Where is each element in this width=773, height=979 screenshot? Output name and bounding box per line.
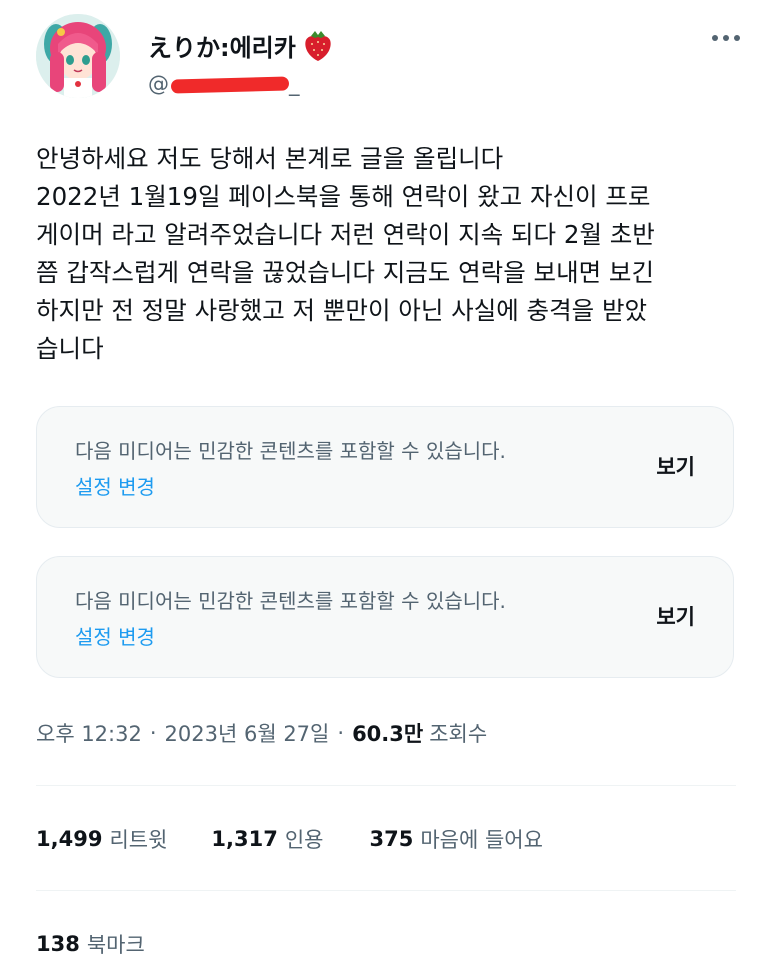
change-settings-link[interactable]: 설정 변경 bbox=[75, 471, 155, 500]
strawberry-emoji-icon bbox=[302, 27, 334, 63]
bookmarks-stat-row: 138 북마크 bbox=[36, 927, 145, 961]
handle-redaction bbox=[170, 76, 290, 94]
divider bbox=[36, 890, 736, 891]
tweet-line: 습니다 bbox=[36, 334, 104, 363]
views-label: 조회수 bbox=[429, 722, 488, 746]
tweet-date[interactable]: 2023년 6월 27일 bbox=[165, 718, 330, 748]
sensitive-media-warning: 다음 미디어는 민감한 콘텐츠를 포함할 수 있습니다. bbox=[75, 589, 506, 613]
tweet-time[interactable]: 오후 12:32 bbox=[36, 718, 142, 748]
author-handle-row[interactable]: @ _ bbox=[148, 70, 300, 98]
views-count: 60.3만 bbox=[352, 722, 424, 746]
divider bbox=[36, 785, 736, 786]
retweets-label: 리트윗 bbox=[109, 828, 168, 852]
tweet-line: 쯤 갑작스럽게 연락을 끊었습니다 지금도 연락을 보내면 보긴 bbox=[36, 258, 655, 287]
tweet-line: 하지만 전 정말 사랑했고 저 뿐만이 아닌 사실에 충격을 받았 bbox=[36, 296, 648, 325]
tweet-header: えりか:에리카 @ _ bbox=[36, 14, 746, 104]
view-media-button[interactable]: 보기 bbox=[656, 451, 695, 481]
change-settings-link[interactable]: 설정 변경 bbox=[75, 621, 155, 650]
likes-count: 375 bbox=[369, 827, 414, 851]
handle-suffix: _ bbox=[289, 72, 300, 96]
more-dot bbox=[734, 35, 740, 41]
view-media-button[interactable]: 보기 bbox=[656, 601, 695, 631]
meta-separator: · bbox=[149, 721, 157, 745]
bookmarks-count: 138 bbox=[36, 932, 80, 956]
likes-label: 마음에 들어요 bbox=[420, 828, 543, 852]
avatar[interactable] bbox=[36, 14, 120, 98]
author-name-row[interactable]: えりか:에리카 bbox=[148, 26, 334, 64]
retweets-count: 1,499 bbox=[36, 827, 103, 851]
more-options-icon[interactable] bbox=[706, 26, 746, 50]
tweet-line: 게이머 라고 알려주었습니다 저런 연락이 지속 되다 2월 초반 bbox=[36, 220, 655, 249]
display-name[interactable]: えりか:에리카 bbox=[148, 28, 296, 63]
tweet-line: 2022년 1월19일 페이스북을 통해 연락이 왔고 자신이 프로 bbox=[36, 182, 651, 211]
sensitive-media-card: 다음 미디어는 민감한 콘텐츠를 포함할 수 있습니다. 설정 변경 보기 bbox=[36, 406, 734, 528]
more-dot bbox=[723, 35, 729, 41]
quotes-label: 인용 bbox=[284, 828, 324, 852]
tweet-text: 안녕하세요 저도 당해서 본계로 글을 올립니다 2022년 1월19일 페이스… bbox=[36, 140, 741, 368]
tweet-meta: 오후 12:32 · 2023년 6월 27일 · 60.3만 조회수 bbox=[36, 716, 487, 750]
sensitive-media-warning: 다음 미디어는 민감한 콘텐츠를 포함할 수 있습니다. bbox=[75, 439, 506, 463]
bookmarks-label: 북마크 bbox=[86, 933, 145, 957]
likes-stat[interactable]: 375 마음에 들어요 bbox=[369, 824, 542, 854]
engagement-stats: 1,499 리트윗 1,317 인용 375 마음에 들어요 bbox=[36, 822, 543, 856]
tweet-line: 안녕하세요 저도 당해서 본계로 글을 올립니다 bbox=[36, 144, 504, 173]
quotes-count: 1,317 bbox=[211, 827, 278, 851]
quotes-stat[interactable]: 1,317 인용 bbox=[211, 824, 323, 854]
bookmarks-stat[interactable]: 138 북마크 bbox=[36, 929, 145, 959]
meta-separator: · bbox=[337, 721, 345, 745]
more-dot bbox=[712, 35, 718, 41]
avatar-illustration bbox=[36, 14, 120, 98]
retweets-stat[interactable]: 1,499 리트윗 bbox=[36, 824, 167, 854]
handle-prefix: @ bbox=[148, 72, 169, 96]
sensitive-media-card: 다음 미디어는 민감한 콘텐츠를 포함할 수 있습니다. 설정 변경 보기 bbox=[36, 556, 734, 678]
